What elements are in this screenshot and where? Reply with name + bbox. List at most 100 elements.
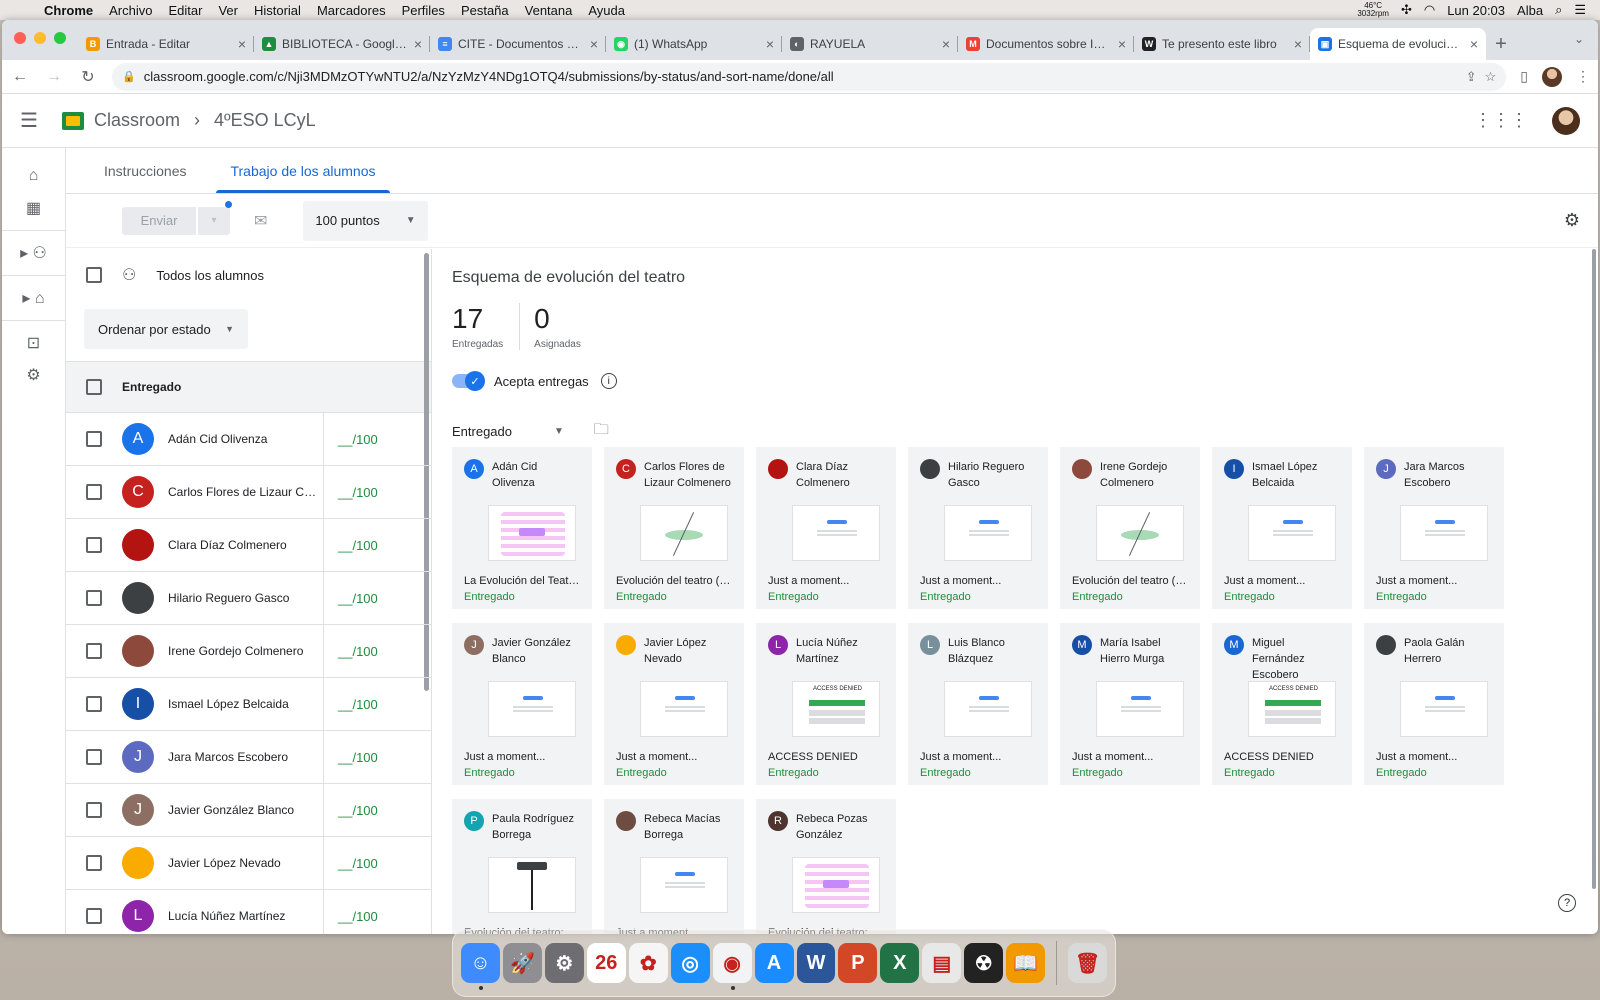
- grade-field[interactable]: __/100: [323, 784, 423, 836]
- attachment-thumbnail[interactable]: [640, 505, 728, 561]
- menu-app-name[interactable]: Chrome: [36, 3, 101, 18]
- assigned-stat[interactable]: 0 Asignadas: [519, 303, 597, 350]
- attachment-thumbnail[interactable]: [944, 681, 1032, 737]
- profile-avatar[interactable]: [1542, 66, 1562, 87]
- submission-card[interactable]: L Luis Blanco Blázquez Just a moment... Ent…: [908, 623, 1048, 785]
- student-checkbox[interactable]: [86, 643, 102, 659]
- course-name[interactable]: 4ºESO LCyL: [214, 110, 316, 131]
- submission-card[interactable]: L Lucía Núñez Martínez ACCESS DENIED Entreg…: [756, 623, 896, 785]
- search-icon[interactable]: ⌕: [1555, 2, 1562, 18]
- student-checkbox[interactable]: [86, 484, 102, 500]
- menu-item[interactable]: Ventana: [517, 3, 581, 18]
- status-filter[interactable]: Entregado ▼ 🗀: [452, 419, 609, 444]
- student-row[interactable]: Clara Díaz Colmenero __/100: [66, 519, 431, 572]
- menu-kebab-icon[interactable]: ⋮: [1576, 68, 1590, 85]
- attachment-thumbnail[interactable]: [1096, 505, 1184, 561]
- dock-books-icon[interactable]: 📖: [1006, 943, 1046, 983]
- dock-trash-icon[interactable]: 🗑: [1068, 943, 1108, 983]
- menu-item[interactable]: Pestaña: [453, 3, 517, 18]
- student-row[interactable]: Javier López Nevado __/100: [66, 837, 431, 890]
- browser-tab[interactable]: B Entrada - Editar ×: [78, 28, 254, 60]
- browser-tab[interactable]: ▲ BIBLIOTECA - Google Drive ×: [254, 28, 430, 60]
- menu-item[interactable]: Perfiles: [394, 3, 453, 18]
- submission-card[interactable]: M María Isabel Hierro Murga Just a moment.…: [1060, 623, 1200, 785]
- submission-card[interactable]: Javier López Nevado Just a moment... Entre…: [604, 623, 744, 785]
- grading-settings-icon[interactable]: ⚙: [1564, 210, 1580, 231]
- attachment-name[interactable]: Just a moment...: [920, 751, 1036, 763]
- share-icon[interactable]: ⇪: [1466, 69, 1477, 85]
- dock-app-store-icon[interactable]: A: [754, 943, 794, 983]
- attachment-thumbnail[interactable]: [640, 681, 728, 737]
- attachment-thumbnail[interactable]: [488, 505, 576, 561]
- attachment-thumbnail[interactable]: [1400, 505, 1488, 561]
- menu-item[interactable]: Ayuda: [580, 3, 633, 18]
- attachment-thumbnail[interactable]: [944, 505, 1032, 561]
- attachment-name[interactable]: Just a moment...: [616, 751, 732, 763]
- attachment-name[interactable]: Just a moment...: [464, 751, 580, 763]
- forward-icon[interactable]: →: [44, 68, 64, 86]
- dock-radiation-app-icon[interactable]: ☢: [964, 943, 1004, 983]
- menu-item[interactable]: Historial: [246, 3, 309, 18]
- tab-student-work[interactable]: Trabajo de los alumnos: [216, 163, 390, 193]
- sort-select[interactable]: Ordenar por estado ▼: [84, 309, 248, 349]
- grade-field[interactable]: __/100: [323, 890, 423, 934]
- clock[interactable]: Lun 20:03: [1447, 3, 1505, 18]
- grade-field[interactable]: __/100: [323, 678, 423, 730]
- dock-photos-icon[interactable]: ✿: [628, 943, 668, 983]
- student-row[interactable]: Irene Gordejo Colmenero __/100: [66, 625, 431, 678]
- hamburger-menu-icon[interactable]: ☰: [20, 108, 50, 133]
- attachment-name[interactable]: Evolución del teatro (1...: [1072, 575, 1188, 587]
- submission-card[interactable]: J Jara Marcos Escobero Just a moment... Ent…: [1364, 447, 1504, 609]
- archived-classes-icon[interactable]: ⊡: [2, 327, 65, 359]
- grade-field[interactable]: __/100: [323, 466, 423, 518]
- attachment-name[interactable]: Just a moment...: [1376, 751, 1492, 763]
- help-icon[interactable]: ?: [1558, 894, 1576, 912]
- temperature-status[interactable]: 46°C 3032rpm: [1357, 2, 1389, 18]
- grade-field[interactable]: __/100: [323, 519, 423, 571]
- attachment-name[interactable]: Just a moment...: [920, 575, 1036, 587]
- user-name[interactable]: Alba: [1517, 3, 1543, 18]
- return-dropdown-button[interactable]: ▾: [198, 200, 232, 235]
- group-checkbox[interactable]: [86, 379, 102, 395]
- menu-item[interactable]: Ver: [210, 3, 246, 18]
- submission-card[interactable]: Rebeca Macías BorregaJust a moment...Ent…: [604, 799, 744, 934]
- address-bar[interactable]: 🔒 classroom.google.com/c/Nji3MDMzOTYwNTU…: [112, 62, 1507, 91]
- grade-field[interactable]: __/100: [323, 625, 423, 677]
- reload-icon[interactable]: ↻: [78, 67, 98, 87]
- tab-close-icon[interactable]: ×: [1294, 36, 1302, 52]
- dock-finder-icon[interactable]: ☺: [461, 943, 500, 990]
- student-checkbox[interactable]: [86, 908, 102, 924]
- menu-item[interactable]: Editar: [160, 3, 210, 18]
- wifi-icon[interactable]: ◠: [1424, 2, 1435, 18]
- student-row[interactable]: L Lucía Núñez Martínez __/100: [66, 890, 431, 934]
- browser-tab[interactable]: ◉ (1) WhatsApp ×: [606, 28, 782, 60]
- tab-close-icon[interactable]: ×: [1118, 36, 1126, 52]
- close-window-button[interactable]: [14, 32, 26, 44]
- menu-item[interactable]: Marcadores: [309, 3, 394, 18]
- attachment-thumbnail[interactable]: [1400, 681, 1488, 737]
- student-row[interactable]: I Ismael López Belcaida __/100: [66, 678, 431, 731]
- bookmark-star-icon[interactable]: ☆: [1485, 69, 1497, 85]
- accepting-toggle[interactable]: ✓: [452, 371, 485, 391]
- submission-card[interactable]: Irene Gordejo Colmenero Evolución del tea…: [1060, 447, 1200, 609]
- attachment-name[interactable]: Just a moment...: [1224, 575, 1340, 587]
- grade-field[interactable]: __/100: [323, 837, 423, 889]
- student-row[interactable]: J Jara Marcos Escobero __/100: [66, 731, 431, 784]
- home-icon[interactable]: ⌂: [2, 160, 65, 192]
- student-row[interactable]: A Adán Cid Olivenza __/100: [66, 413, 431, 466]
- tab-close-icon[interactable]: ×: [766, 36, 774, 52]
- tab-close-icon[interactable]: ×: [942, 36, 950, 52]
- control-center-icon[interactable]: ☰: [1574, 2, 1586, 18]
- grade-field[interactable]: __/100: [323, 572, 423, 624]
- dock-system-preferences-icon[interactable]: ⚙: [544, 943, 584, 983]
- select-all-checkbox[interactable]: [86, 267, 102, 283]
- dock-safari-icon[interactable]: ◎: [670, 943, 710, 983]
- attachment-name[interactable]: ACCESS DENIED: [768, 751, 884, 763]
- student-checkbox[interactable]: [86, 802, 102, 818]
- enrolled-icon[interactable]: ▸ ⌂: [2, 282, 65, 314]
- grade-field[interactable]: __/100: [323, 731, 423, 783]
- submission-card[interactable]: I Ismael López Belcaida Just a moment... En…: [1212, 447, 1352, 609]
- email-icon[interactable]: ✉: [254, 211, 267, 231]
- attachment-thumbnail[interactable]: [488, 857, 576, 913]
- student-checkbox[interactable]: [86, 749, 102, 765]
